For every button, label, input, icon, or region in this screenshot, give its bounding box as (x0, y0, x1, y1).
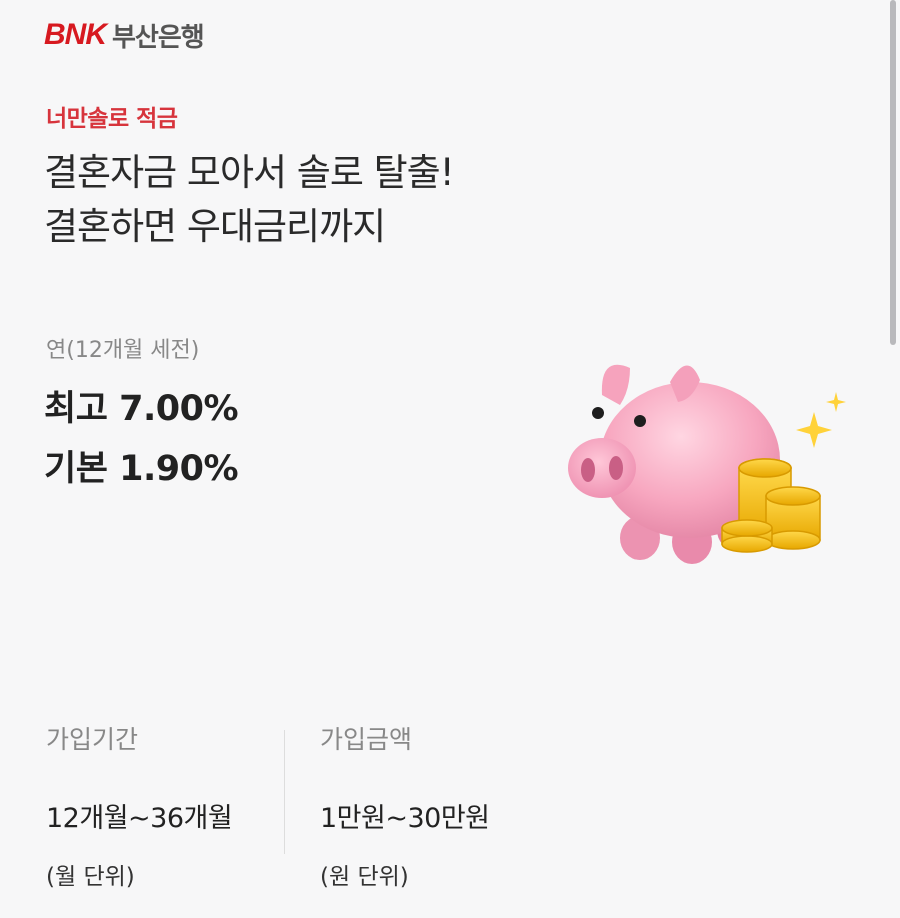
terms-divider (284, 730, 285, 854)
headline-line-2: 결혼하면 우대금리까지 (44, 205, 386, 248)
period-info: 가입기간 12개월~36개월 (월 단위) (46, 720, 233, 891)
amount-unit: (원 단위) (320, 864, 409, 890)
period-label: 가입기간 (46, 725, 139, 754)
amount-value: 1만원~30만원 (320, 803, 490, 834)
period-unit: (월 단위) (46, 864, 135, 890)
rate-caption: 연(12개월 세전) (46, 338, 200, 363)
headline: 결혼자금 모아서 솔로 탈출! 결혼하면 우대금리까지 (44, 146, 455, 254)
amount-info: 가입금액 1만원~30만원 (원 단위) (320, 720, 490, 891)
scrollbar[interactable] (890, 0, 896, 345)
max-rate: 최고 7.00% (44, 389, 239, 429)
amount-label: 가입금액 (320, 725, 413, 754)
product-name: 너만솔로 적금 (46, 106, 178, 132)
bnk-logo: BNK 부산은행 (44, 18, 205, 53)
piggy-bank-icon (568, 364, 846, 564)
headline-line-1: 결혼자금 모아서 솔로 탈출! (44, 151, 455, 194)
period-value: 12개월~36개월 (46, 803, 233, 834)
base-rate: 기본 1.90% (44, 449, 239, 489)
brand-mark: BNK (44, 18, 107, 51)
brand-name: 부산은행 (112, 22, 205, 53)
